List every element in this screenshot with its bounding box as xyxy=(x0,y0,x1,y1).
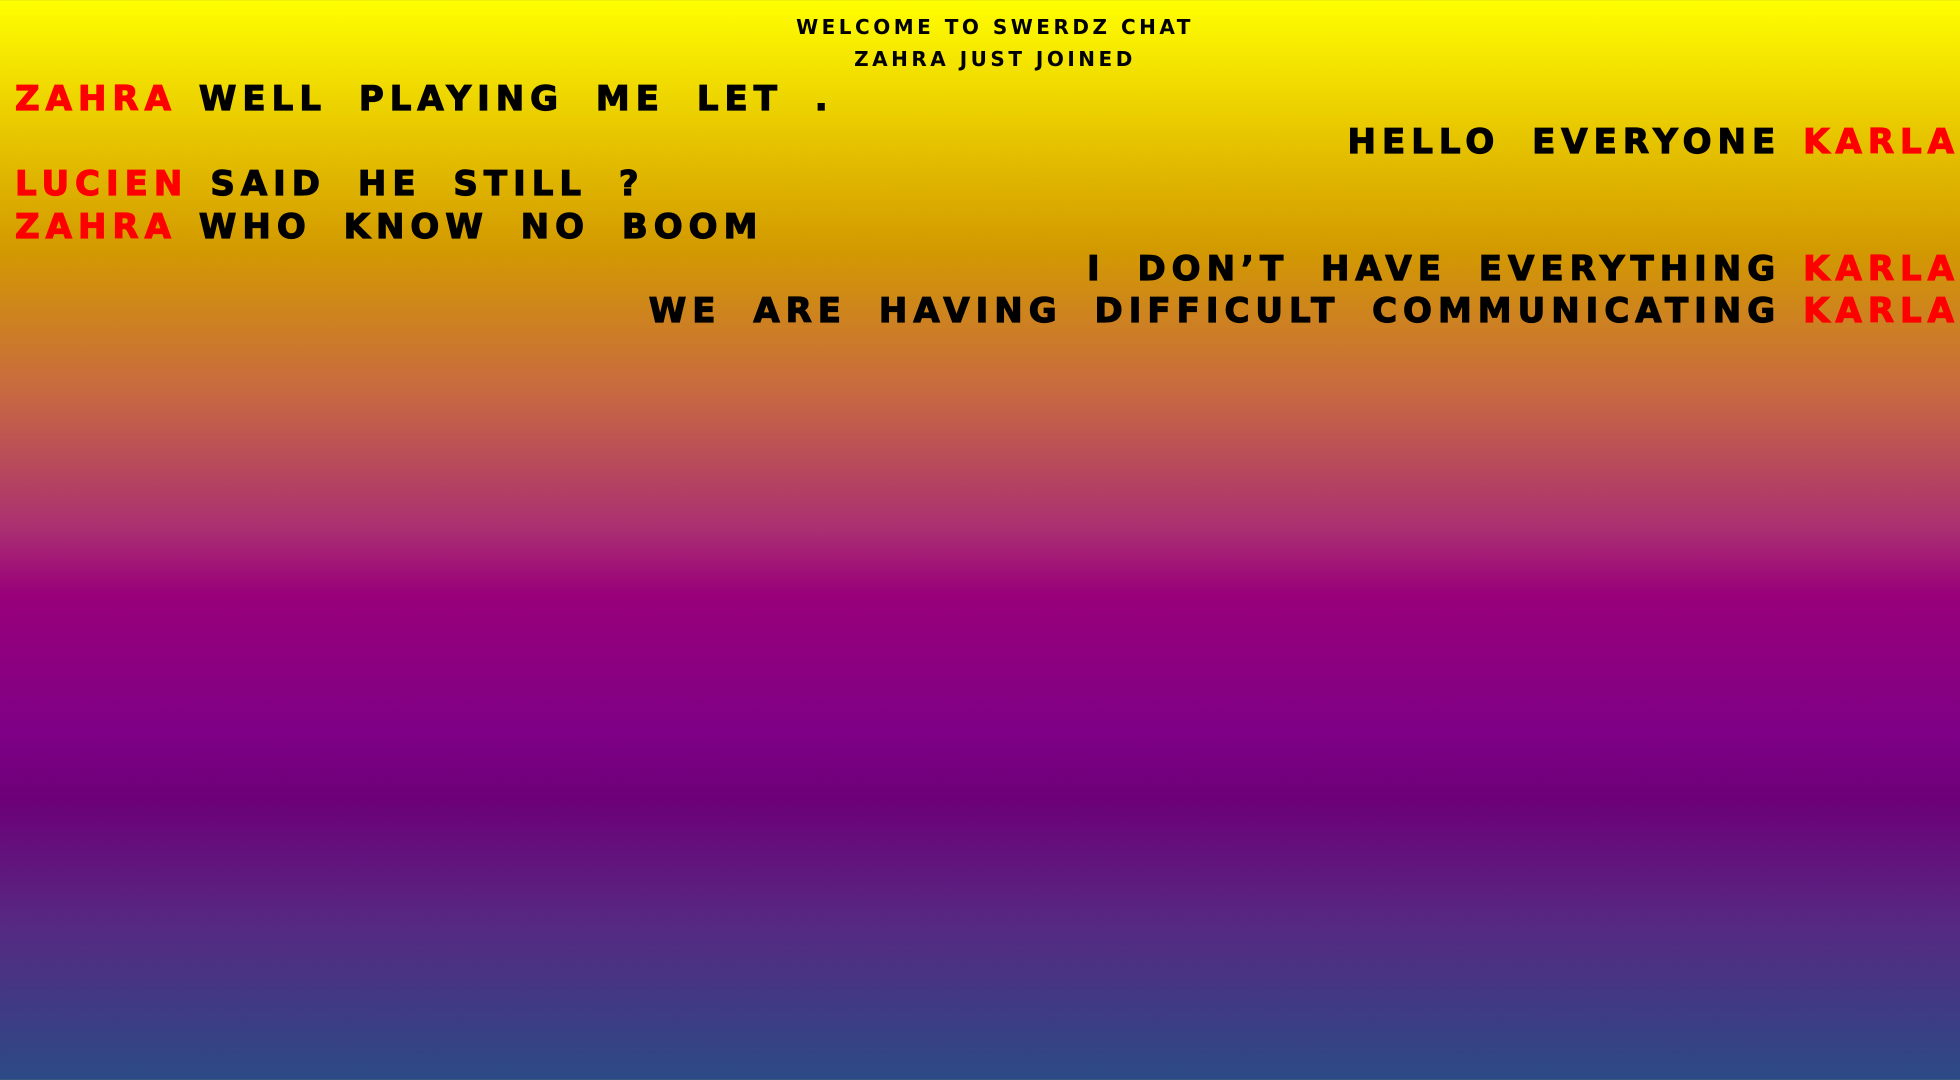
message-username: ZAHRA xyxy=(14,79,177,119)
join-notification: ZAHRA JUST JOINED xyxy=(854,47,1136,71)
message-username: ZAHRA xyxy=(14,207,177,247)
message-username: KARLA xyxy=(1803,291,1960,331)
message-username: KARLA xyxy=(1803,122,1960,162)
chat-message: ZAHRA WHO KNOW NO BOOM xyxy=(14,207,764,247)
message-text: SAID HE STILL ? xyxy=(210,164,645,204)
message-text: WE ARE HAVING DIFFICULT COMMUNICATING xyxy=(648,291,1782,331)
chat-message: I DON’T HAVE EVERYTHING KARLA xyxy=(1086,249,1960,289)
chat-message: LUCIEN SAID HE STILL ? xyxy=(14,164,645,204)
welcome-banner: WELCOME TO SWERDZ CHAT xyxy=(796,15,1194,39)
message-username: LUCIEN xyxy=(14,164,189,204)
chat-message: ZAHRA WELL PLAYING ME LET . xyxy=(14,79,834,119)
chat-message: HELLO EVERYONE KARLA xyxy=(1347,122,1960,162)
message-text: WELL PLAYING ME LET . xyxy=(198,79,834,119)
message-username: KARLA xyxy=(1803,249,1960,289)
chat-message: WE ARE HAVING DIFFICULT COMMUNICATING KAR… xyxy=(648,291,1960,331)
message-text: WHO KNOW NO BOOM xyxy=(198,207,764,247)
message-text: I DON’T HAVE EVERYTHING xyxy=(1086,249,1782,289)
message-text: HELLO EVERYONE xyxy=(1347,122,1782,162)
